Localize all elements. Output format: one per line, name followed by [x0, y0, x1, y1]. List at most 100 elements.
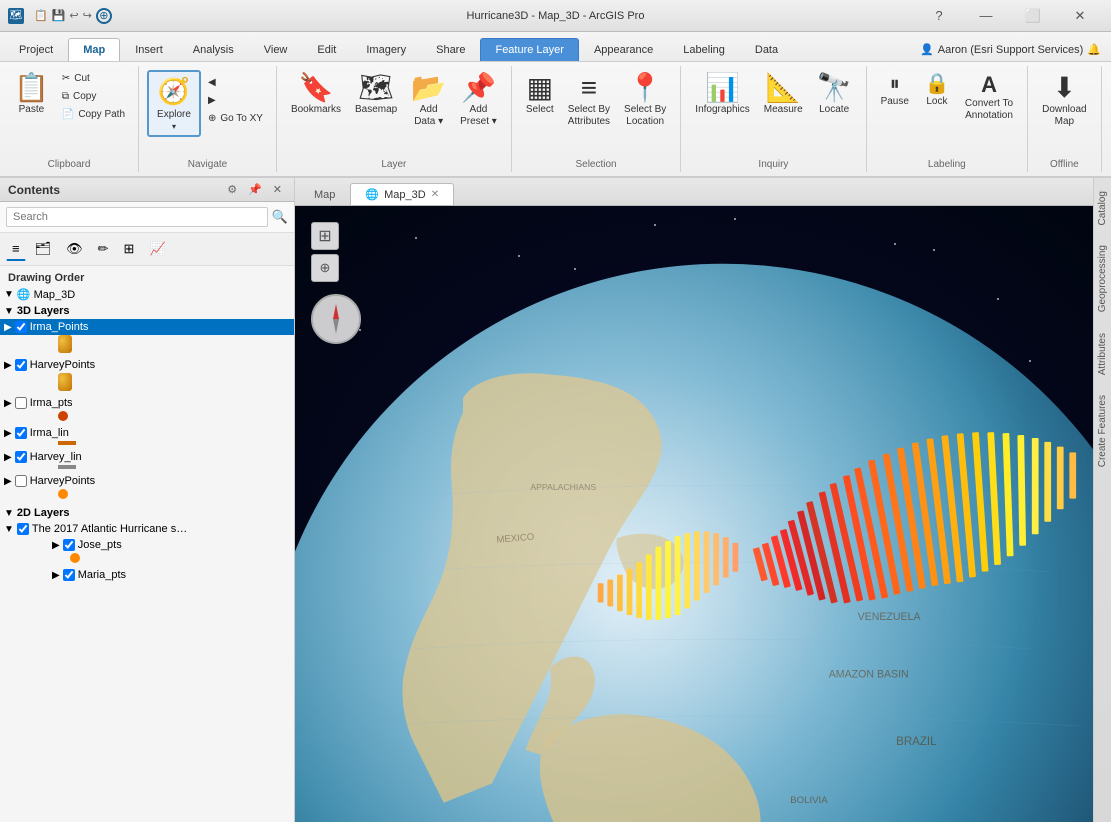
- contents-options-button[interactable]: ⚙: [223, 182, 241, 197]
- list-by-visibility-tool[interactable]: 👁: [60, 237, 89, 261]
- list-charts-tool[interactable]: 📈: [143, 237, 171, 261]
- map-tab-map[interactable]: Map: [299, 184, 350, 205]
- pause-button[interactable]: ⏸ Pause: [875, 70, 915, 112]
- list-by-editing-tool[interactable]: ✏: [92, 237, 115, 261]
- help-button[interactable]: ?: [916, 0, 962, 32]
- irma-points-row[interactable]: ▶ Irma_Points: [0, 319, 294, 335]
- harvey-points-checkbox[interactable]: [15, 359, 27, 371]
- harvey-lin-row[interactable]: ▶ Harvey_lin: [0, 449, 294, 465]
- jose-pts-checkbox[interactable]: [63, 539, 75, 551]
- ribbon-group-inquiry: 📊 Infographics 📐 Measure 🔭 Locate Inquir…: [681, 66, 866, 172]
- add-data-button[interactable]: 📂 AddData ▾: [405, 70, 452, 132]
- select-by-attributes-button[interactable]: ≡ Select ByAttributes: [562, 70, 616, 132]
- harvey-lin-label: Harvey_lin: [30, 451, 82, 463]
- harvey-lin-symbol-row: [0, 465, 294, 473]
- nav-back-button[interactable]: ◀: [203, 74, 268, 91]
- maximize-button[interactable]: ⬜: [1010, 0, 1056, 32]
- search-input[interactable]: [6, 207, 268, 227]
- harvey-points-symbol: [58, 373, 72, 391]
- bookmarks-button[interactable]: 🔖 Bookmarks: [285, 70, 347, 120]
- compass[interactable]: [311, 294, 361, 344]
- search-icon[interactable]: 🔍: [272, 209, 288, 225]
- harvey-points-2-checkbox[interactable]: [15, 475, 27, 487]
- globe-view[interactable]: MEXICO APPALACHIANS VENEZUELA AMAZON BAS…: [295, 206, 1093, 822]
- sidebar-tab-create-features[interactable]: Create Features: [1094, 386, 1111, 476]
- zoom-to-extent-button[interactable]: ⊞: [311, 222, 339, 250]
- irma-pts-row[interactable]: ▶ Irma_pts: [0, 395, 294, 411]
- goto-xy-button[interactable]: ⊕ Go To XY: [203, 110, 268, 127]
- sidebar-tab-catalog[interactable]: Catalog: [1094, 182, 1111, 234]
- paste-button[interactable]: 📋 Paste: [8, 70, 55, 120]
- select-button[interactable]: ▦ Select: [520, 70, 560, 120]
- sidebar-tab-geoprocessing[interactable]: Geoprocessing: [1094, 236, 1111, 321]
- add-preset-button[interactable]: 📌 AddPreset ▾: [454, 70, 503, 132]
- irma-lin-row[interactable]: ▶ Irma_lin: [0, 425, 294, 441]
- tab-view[interactable]: View: [249, 38, 303, 61]
- map-3d-row[interactable]: ▼ 🌐 Map_3D: [0, 286, 294, 303]
- atlantic-hurricane-row[interactable]: ▼ The 2017 Atlantic Hurricane season (to…: [0, 521, 294, 537]
- cut-button[interactable]: ✂ Cut: [57, 70, 130, 87]
- jose-pts-expand-icon: ▶: [52, 540, 60, 551]
- harvey-lin-checkbox[interactable]: [15, 451, 27, 463]
- atlantic-checkbox[interactable]: [17, 523, 29, 535]
- download-map-icon: ⬇: [1053, 74, 1076, 102]
- maria-pts-row[interactable]: ▶ Maria_pts: [0, 567, 294, 583]
- jose-pts-row[interactable]: ▶ Jose_pts: [0, 537, 294, 553]
- nav-small-group: ◀ ▶ ⊕ Go To XY: [203, 74, 268, 127]
- irma-points-symbol-row: [0, 335, 294, 357]
- notification-icon[interactable]: 🔔: [1087, 43, 1101, 56]
- close-button[interactable]: ✕: [1057, 0, 1103, 32]
- nav-forward-button[interactable]: ▶: [203, 92, 268, 109]
- irma-points-checkbox[interactable]: [15, 321, 27, 333]
- harvey-points-2-row[interactable]: ▶ HarveyPoints: [0, 473, 294, 489]
- contents-pin-button[interactable]: 📌: [244, 182, 266, 197]
- tab-imagery[interactable]: Imagery: [351, 38, 421, 61]
- offline-group-label: Offline: [1036, 156, 1092, 172]
- irma-pts-checkbox[interactable]: [15, 397, 27, 409]
- explore-icon: 🧭: [158, 76, 190, 107]
- maria-pts-expand-icon: ▶: [52, 570, 60, 581]
- list-by-type-tool[interactable]: ⊞: [118, 237, 141, 261]
- minimize-button[interactable]: —: [963, 0, 1009, 32]
- irma-lin-checkbox[interactable]: [15, 427, 27, 439]
- contents-close-button[interactable]: ✕: [269, 182, 286, 197]
- convert-annotation-button[interactable]: A Convert ToAnnotation: [959, 70, 1019, 126]
- list-by-drawing-tool[interactable]: ≡: [6, 237, 26, 261]
- 2d-layers-row[interactable]: ▼ 2D Layers: [0, 505, 294, 521]
- tab-share[interactable]: Share: [421, 38, 480, 61]
- download-map-button[interactable]: ⬇ DownloadMap: [1036, 70, 1092, 132]
- harvey-points-2-symbol-row: [0, 489, 294, 505]
- list-by-source-tool[interactable]: 🗂: [29, 237, 58, 261]
- ribbon-group-labeling: ⏸ Pause 🔒 Lock A Convert ToAnnotation La…: [867, 66, 1029, 172]
- tab-analysis[interactable]: Analysis: [178, 38, 249, 61]
- sidebar-tab-attributes[interactable]: Attributes: [1094, 324, 1111, 384]
- tab-data[interactable]: Data: [740, 38, 793, 61]
- tab-map[interactable]: Map: [68, 38, 120, 61]
- lock-button[interactable]: 🔒 Lock: [917, 70, 957, 112]
- harvey-points-row[interactable]: ▶ HarveyPoints: [0, 357, 294, 373]
- locate-button[interactable]: 🔭 Locate: [811, 70, 858, 120]
- tab-project[interactable]: Project: [4, 38, 68, 61]
- map-tab-3d-close[interactable]: ✕: [431, 189, 439, 200]
- ribbon-group-offline: ⬇ DownloadMap Offline: [1028, 66, 1101, 172]
- layer-toolbar: ≡ 🗂 👁 ✏ ⊞ 📈: [0, 233, 294, 266]
- map-tab-3d[interactable]: 🌐 Map_3D ✕: [350, 183, 454, 205]
- tab-insert[interactable]: Insert: [120, 38, 178, 61]
- tab-feature-layer[interactable]: Feature Layer: [480, 38, 578, 61]
- measure-button[interactable]: 📐 Measure: [758, 70, 809, 120]
- copy-button[interactable]: ⧉ Copy: [57, 88, 130, 105]
- copy-path-button[interactable]: 📄 Copy Path: [57, 106, 130, 123]
- maria-pts-checkbox[interactable]: [63, 569, 75, 581]
- infographics-button[interactable]: 📊 Infographics: [689, 70, 755, 120]
- explore-button[interactable]: 🧭 Explore ▾: [147, 70, 201, 137]
- tab-appearance[interactable]: Appearance: [579, 38, 668, 61]
- 3d-layers-row[interactable]: ▼ 3D Layers: [0, 303, 294, 319]
- select-by-location-button[interactable]: 📍 Select ByLocation: [618, 70, 672, 132]
- tab-edit[interactable]: Edit: [302, 38, 351, 61]
- measure-icon: 📐: [766, 74, 801, 102]
- irma-lin-label: Irma_lin: [30, 427, 69, 439]
- 2d-layers-label: 2D Layers: [17, 507, 70, 519]
- tab-labeling[interactable]: Labeling: [668, 38, 740, 61]
- fixed-zoom-button[interactable]: ⊕: [311, 254, 339, 282]
- basemap-button[interactable]: 🗺 Basemap: [349, 70, 403, 120]
